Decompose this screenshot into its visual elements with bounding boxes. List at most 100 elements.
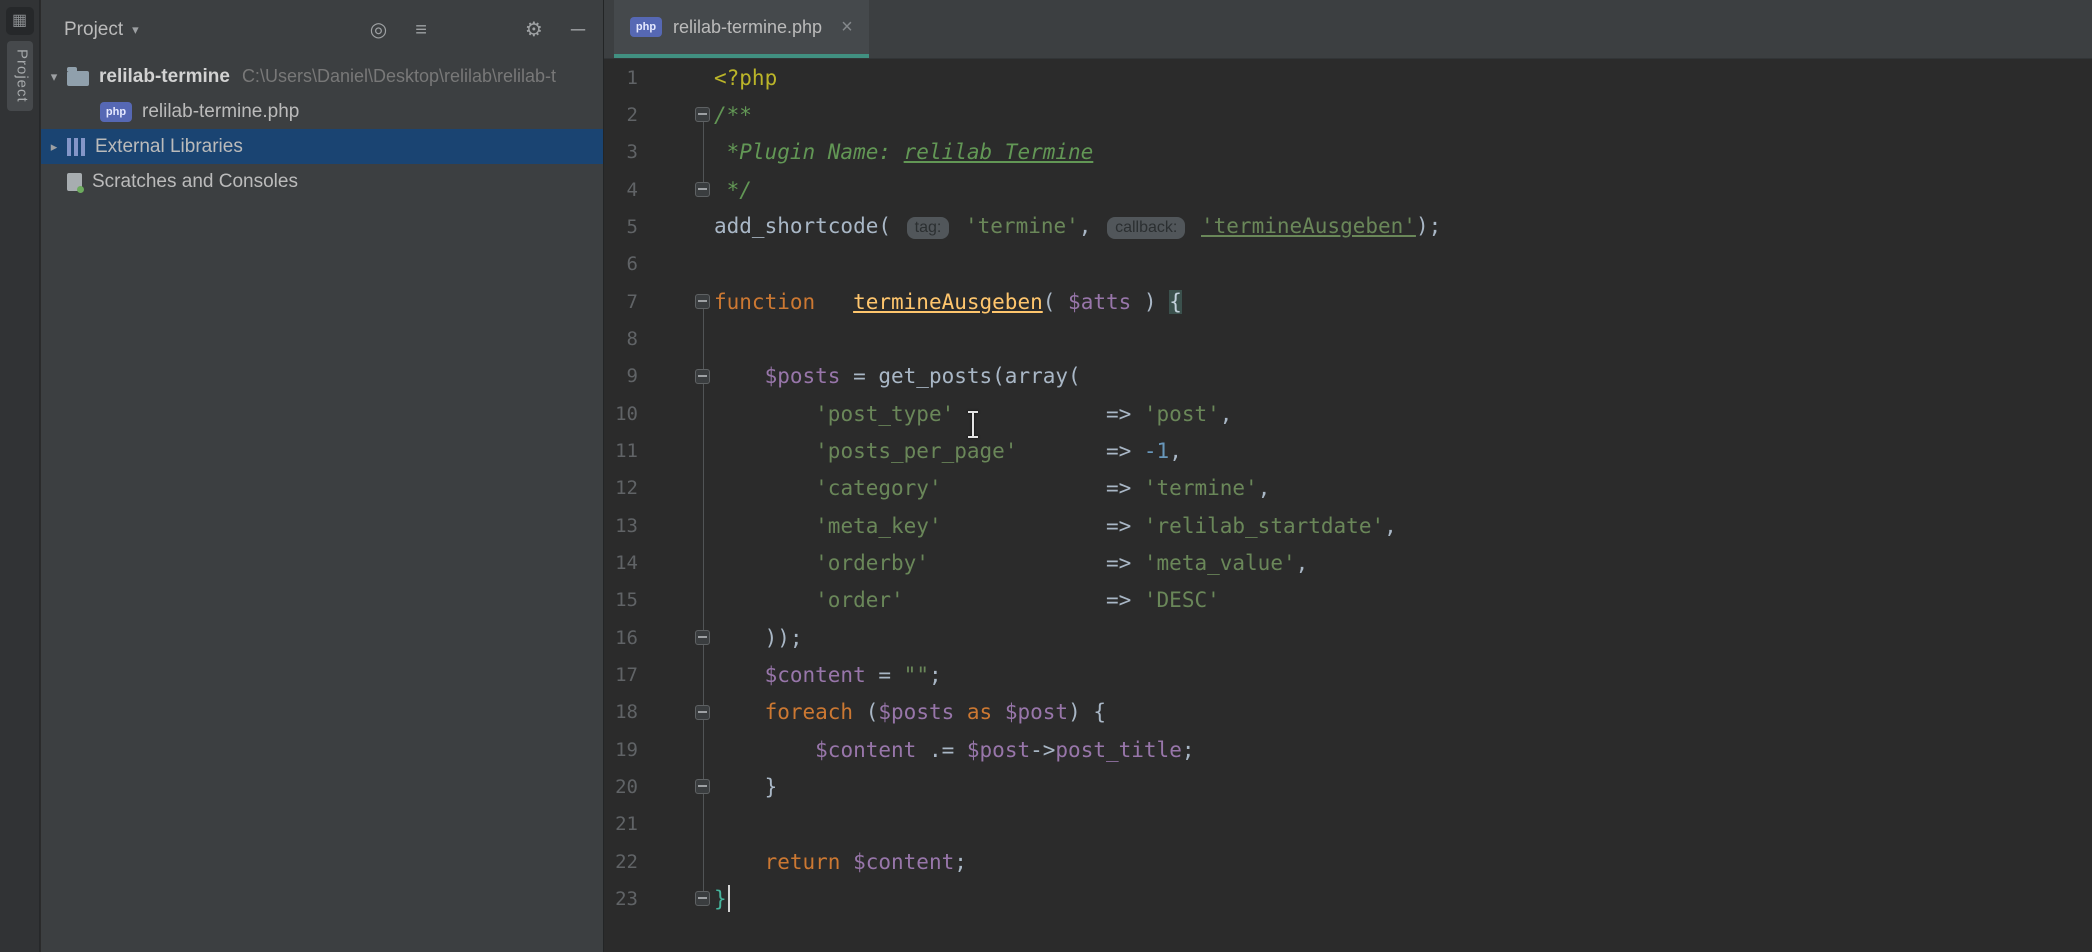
fold-open-icon[interactable] (695, 369, 710, 384)
code-line-20[interactable]: 20 } (604, 768, 2092, 805)
code-token: function (714, 290, 815, 314)
code-token: termineAusgeben (853, 290, 1043, 314)
code-line-4[interactable]: 4 */ (604, 171, 2092, 208)
code-line-15[interactable]: 15 'order' => 'DESC' (604, 582, 2092, 619)
project-view-label: Project (64, 19, 123, 41)
collapse-all-icon[interactable]: ≡ (415, 20, 427, 40)
line-number: 21 (604, 813, 638, 835)
fold-guide-line (703, 122, 704, 182)
code-line-9[interactable]: 9 $posts = get_posts(array( (604, 358, 2092, 395)
code-token (714, 588, 815, 612)
code-line-14[interactable]: 14 'orderby' => 'meta_value', (604, 544, 2092, 581)
code-token: $atts (1068, 290, 1131, 314)
code-token (815, 290, 853, 314)
gutter-fold-slot (638, 779, 714, 794)
fold-end-icon[interactable] (695, 779, 710, 794)
code-token: , (1079, 214, 1104, 238)
code-line-18[interactable]: 18 foreach ($posts as $post) { (604, 694, 2092, 731)
project-panel-header: Project ▾ ◎ ≡ ⚙ ─ (41, 0, 603, 59)
fold-open-icon[interactable] (695, 107, 710, 122)
toolwindow-grid-icon[interactable]: ▦ (6, 7, 34, 35)
fold-guide-line (703, 309, 704, 892)
gutter-fold-slot (638, 891, 714, 906)
tree-item-relilab-termine-php[interactable]: relilab-termine.php (41, 94, 603, 129)
line-number: 6 (604, 253, 638, 275)
parameter-hint-inlay: tag: (907, 217, 950, 239)
line-number: 2 (604, 104, 638, 126)
locate-icon[interactable]: ◎ (370, 20, 387, 40)
code-text: } (714, 887, 727, 911)
line-number: 22 (604, 851, 638, 873)
chevron-right-icon[interactable]: ▸ (41, 139, 67, 155)
code-token: => (954, 402, 1144, 426)
code-token (992, 700, 1005, 724)
code-token (954, 700, 967, 724)
code-token: => (942, 476, 1144, 500)
fold-open-icon[interactable] (695, 294, 710, 309)
code-token: *Plugin Name: (714, 140, 904, 164)
code-text: *Plugin Name: relilab Termine (714, 140, 1093, 164)
code-line-8[interactable]: 8 (604, 320, 2092, 357)
code-line-23[interactable]: 23} (604, 880, 2092, 917)
code-text: 'order' => 'DESC' (714, 588, 1220, 612)
project-view-dropdown[interactable]: Project ▾ (64, 19, 139, 41)
code-line-11[interactable]: 11 'posts_per_page' => -1, (604, 432, 2092, 469)
fold-open-icon[interactable] (695, 705, 710, 720)
line-number: 8 (604, 328, 638, 350)
parameter-hint-inlay: callback: (1107, 217, 1185, 239)
code-editor[interactable]: 1<?php 2 /** 3 *Plugin Name: relilab Termin… (604, 59, 2092, 952)
fold-end-icon[interactable] (695, 182, 710, 197)
line-number: 12 (604, 477, 638, 499)
tab-relilab-termine-php[interactable]: relilab-termine.php × (614, 0, 869, 58)
code-text: 'meta_key' => 'relilab_startdate', (714, 514, 1397, 538)
gutter-fold-slot (638, 630, 714, 645)
code-token: 'DESC' (1144, 588, 1220, 612)
toolwindow-project-button[interactable]: Project (7, 41, 33, 111)
fold-end-icon[interactable] (695, 630, 710, 645)
chevron-down-icon[interactable]: ▾ (41, 69, 67, 85)
code-line-13[interactable]: 13 'meta_key' => 'relilab_startdate', (604, 507, 2092, 544)
code-token: => (1017, 439, 1143, 463)
code-line-5[interactable]: 5add_shortcode( tag: 'termine', callback… (604, 208, 2092, 245)
code-line-3[interactable]: 3 *Plugin Name: relilab Termine (604, 134, 2092, 171)
code-line-6[interactable]: 6 (604, 246, 2092, 283)
code-token: as (967, 700, 992, 724)
code-token: -> (1030, 738, 1055, 762)
code-token: ) { (1068, 700, 1106, 724)
code-line-22[interactable]: 22 return $content; (604, 843, 2092, 880)
close-icon[interactable]: × (841, 16, 853, 39)
code-text: foreach ($posts as $post) { (714, 700, 1106, 724)
code-line-7[interactable]: 7function termineAusgeben( $atts ) { (604, 283, 2092, 320)
line-number: 13 (604, 515, 638, 537)
code-text: $posts = get_posts(array( (714, 364, 1081, 388)
line-number: 10 (604, 403, 638, 425)
hide-panel-icon[interactable]: ─ (571, 20, 585, 40)
code-line-12[interactable]: 12 'category' => 'termine', (604, 470, 2092, 507)
code-lines: 1<?php 2 /** 3 *Plugin Name: relilab Termin… (604, 59, 2092, 918)
code-line-2[interactable]: 2 /** (604, 96, 2092, 133)
text-caret (728, 885, 730, 912)
tree-item-path: C:\Users\Daniel\Desktop\relilab\relilab-… (242, 66, 556, 87)
code-line-19[interactable]: 19 $content .= $post->post_title; (604, 731, 2092, 768)
code-text: /** (714, 103, 752, 127)
code-line-1[interactable]: 1<?php (604, 59, 2092, 96)
code-line-17[interactable]: 17 $content = ""; (604, 656, 2092, 693)
line-number: 4 (604, 179, 638, 201)
tree-item-external-libraries[interactable]: ▸ External Libraries (41, 129, 603, 164)
settings-icon[interactable]: ⚙ (525, 20, 543, 40)
tree-item-scratches-and-consoles[interactable]: Scratches and Consoles (41, 164, 603, 199)
code-line-21[interactable]: 21 (604, 806, 2092, 843)
php-file-icon (630, 17, 662, 37)
fold-end-icon[interactable] (695, 891, 710, 906)
code-token: relilab Termine (904, 140, 1094, 164)
code-token: 'termineAusgeben' (1201, 214, 1416, 238)
code-line-10[interactable]: 10 'post_type' => 'post', (604, 395, 2092, 432)
code-token (714, 364, 765, 388)
code-token (952, 214, 965, 238)
tree-item-label: External Libraries (95, 136, 243, 158)
gutter-fold-slot (638, 182, 714, 197)
tree-item-relilab-termine-root[interactable]: ▾relilab-termineC:\Users\Daniel\Desktop\… (41, 59, 603, 94)
code-token: $content (815, 738, 916, 762)
code-token: return (765, 850, 841, 874)
code-line-16[interactable]: 16 )); (604, 619, 2092, 656)
